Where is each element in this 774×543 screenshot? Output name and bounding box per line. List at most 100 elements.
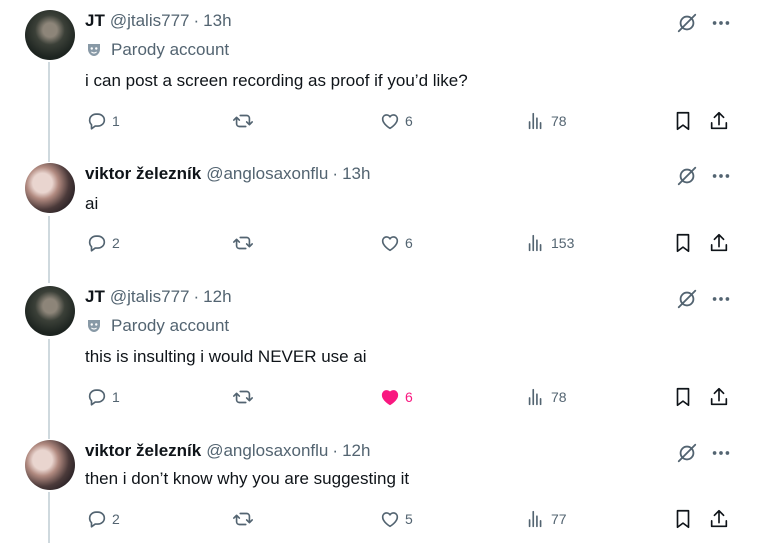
- bookmark-icon: [676, 233, 690, 253]
- like-button[interactable]: 5: [379, 508, 413, 530]
- views-icon: [528, 112, 542, 130]
- more-icon[interactable]: [710, 12, 732, 34]
- reply-button[interactable]: 1: [86, 110, 120, 132]
- display-name[interactable]: JT: [85, 11, 105, 31]
- grok-icon[interactable]: [676, 442, 698, 464]
- action-bar: 1 6 78: [0, 110, 774, 134]
- like-count: 5: [405, 511, 413, 527]
- separator-dot: ·: [193, 287, 200, 306]
- repost-button[interactable]: [232, 386, 254, 408]
- like-count: 6: [405, 113, 413, 129]
- reply-icon: [88, 389, 106, 406]
- timestamp[interactable]: 12h: [342, 441, 370, 461]
- tweet-header: viktor železník @anglosaxonflu · 13h: [85, 163, 370, 185]
- handle[interactable]: @jtalis777: [110, 11, 190, 31]
- more-icon[interactable]: [710, 165, 732, 187]
- share-icon: [710, 387, 728, 406]
- like-icon: [381, 114, 399, 130]
- tweet-text: this is insulting i would NEVER use ai: [85, 347, 367, 366]
- bookmark-button[interactable]: [672, 386, 694, 408]
- reply-icon: [88, 511, 106, 528]
- like-icon: [381, 512, 399, 528]
- share-button[interactable]: [708, 232, 730, 254]
- views-button[interactable]: 77: [525, 508, 567, 530]
- timestamp[interactable]: 13h: [342, 164, 370, 184]
- like-count: 6: [405, 389, 413, 405]
- like-button[interactable]: 6: [379, 232, 413, 254]
- views-icon: [528, 510, 542, 528]
- share-button[interactable]: [708, 508, 730, 530]
- repost-icon: [233, 114, 253, 128]
- tweet-text: then i don’t know why you are suggesting…: [85, 469, 410, 488]
- share-icon: [710, 111, 728, 130]
- reply-button[interactable]: 2: [86, 508, 120, 530]
- tweet-header: viktor železník @anglosaxonflu · 12h: [85, 440, 370, 462]
- tweet-text: ai: [85, 194, 99, 213]
- bookmark-icon: [676, 111, 690, 131]
- views-icon: [528, 234, 542, 252]
- grok-icon[interactable]: [676, 165, 698, 187]
- parody-text: Parody account: [111, 40, 230, 59]
- repost-icon: [233, 390, 253, 404]
- avatar[interactable]: [25, 440, 75, 490]
- handle[interactable]: @anglosaxonflu: [206, 164, 328, 184]
- reply-button[interactable]: 1: [86, 386, 120, 408]
- separator-dot: ·: [193, 11, 200, 30]
- like-icon: [381, 236, 399, 252]
- parody-label: Parody account: [85, 40, 229, 60]
- bookmark-button[interactable]: [672, 232, 694, 254]
- views-button[interactable]: 153: [525, 232, 574, 254]
- more-icon[interactable]: [710, 442, 732, 464]
- tweet-header: JT @jtalis777 · 12h: [85, 286, 232, 308]
- timestamp[interactable]: 12h: [203, 287, 231, 307]
- views-count: 77: [551, 511, 567, 527]
- parody-mask-icon: [85, 41, 103, 59]
- parody-text: Parody account: [111, 316, 230, 335]
- parody-mask-icon: [85, 317, 103, 335]
- like-count: 6: [405, 235, 413, 251]
- reply-button[interactable]: 2: [86, 232, 120, 254]
- like-icon: [381, 390, 399, 406]
- repost-icon: [233, 236, 253, 250]
- views-count: 78: [551, 113, 567, 129]
- avatar[interactable]: [25, 163, 75, 213]
- views-count: 78: [551, 389, 567, 405]
- display-name[interactable]: viktor železník: [85, 164, 201, 184]
- share-icon: [710, 233, 728, 252]
- repost-icon: [233, 512, 253, 526]
- handle[interactable]: @anglosaxonflu: [206, 441, 328, 461]
- handle[interactable]: @jtalis777: [110, 287, 190, 307]
- reply-count: 2: [112, 511, 120, 527]
- grok-icon[interactable]: [676, 12, 698, 34]
- bookmark-button[interactable]: [672, 508, 694, 530]
- action-bar: 2 6 153: [0, 232, 774, 256]
- action-bar: 2 5 77: [0, 508, 774, 532]
- share-button[interactable]: [708, 386, 730, 408]
- like-button[interactable]: 6: [379, 110, 413, 132]
- share-button[interactable]: [708, 110, 730, 132]
- like-button[interactable]: 6: [379, 386, 413, 408]
- views-button[interactable]: 78: [525, 386, 567, 408]
- repost-button[interactable]: [232, 508, 254, 530]
- views-button[interactable]: 78: [525, 110, 567, 132]
- tweet-text: i can post a screen recording as proof i…: [85, 71, 468, 90]
- reply-icon: [88, 235, 106, 252]
- avatar[interactable]: [25, 10, 75, 60]
- repost-button[interactable]: [232, 232, 254, 254]
- separator-dot: ·: [332, 441, 339, 460]
- share-icon: [710, 509, 728, 528]
- avatar[interactable]: [25, 286, 75, 336]
- repost-button[interactable]: [232, 110, 254, 132]
- reply-count: 1: [112, 389, 120, 405]
- more-icon[interactable]: [710, 288, 732, 310]
- views-icon: [528, 388, 542, 406]
- reply-count: 2: [112, 235, 120, 251]
- display-name[interactable]: viktor železník: [85, 441, 201, 461]
- bookmark-button[interactable]: [672, 110, 694, 132]
- parody-label: Parody account: [85, 316, 229, 336]
- grok-icon[interactable]: [676, 288, 698, 310]
- timestamp[interactable]: 13h: [203, 11, 231, 31]
- bookmark-icon: [676, 387, 690, 407]
- reply-icon: [88, 113, 106, 130]
- display-name[interactable]: JT: [85, 287, 105, 307]
